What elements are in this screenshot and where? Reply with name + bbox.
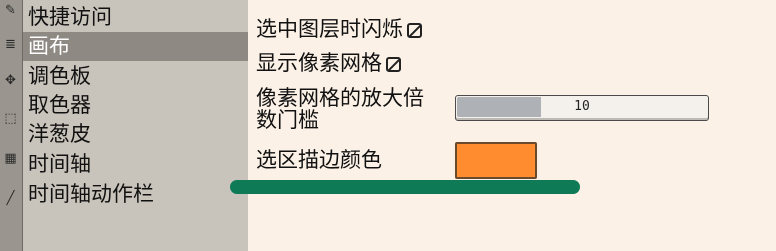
show-pixel-grid-checkbox[interactable] bbox=[386, 57, 401, 72]
pixel-grid-threshold-label-line2: 数门槛 bbox=[256, 108, 319, 132]
fill-icon[interactable]: ▦ bbox=[2, 150, 19, 167]
select-icon[interactable]: ⬚ bbox=[2, 110, 19, 127]
move-icon[interactable]: ✥ bbox=[2, 72, 19, 89]
tool-icon-strip: ✎ ≣ ✥ ⬚ ▦ ╱ bbox=[0, 0, 23, 251]
sidebar-item-quick-access[interactable]: 快捷访问 bbox=[23, 3, 248, 32]
line-icon[interactable]: ╱ bbox=[2, 190, 19, 207]
slider-value: 10 bbox=[574, 99, 590, 114]
sidebar-item-canvas[interactable]: 画布 bbox=[23, 32, 248, 61]
show-pixel-grid-setting[interactable]: 显示像素网格 bbox=[256, 50, 401, 76]
flash-selected-layer-setting[interactable]: 选中图层时闪烁 bbox=[256, 16, 422, 42]
sidebar-item-timeline[interactable]: 时间轴 bbox=[23, 150, 248, 179]
flash-selected-layer-label: 选中图层时闪烁 bbox=[256, 17, 403, 41]
pixel-grid-threshold-slider[interactable]: 10 bbox=[455, 95, 709, 121]
show-pixel-grid-label: 显示像素网格 bbox=[256, 51, 382, 75]
settings-category-sidebar: 快捷访问 画布 调色板 取色器 洋葱皮 时间轴 时间轴动作栏 bbox=[23, 0, 248, 251]
flash-selected-layer-checkbox[interactable] bbox=[407, 23, 422, 38]
layers-icon[interactable]: ≣ bbox=[2, 36, 19, 53]
sidebar-item-onion-skin[interactable]: 洋葱皮 bbox=[23, 120, 248, 149]
selection-border-color-label: 选区描边颜色 bbox=[256, 148, 382, 172]
sidebar-item-palette[interactable]: 调色板 bbox=[23, 62, 248, 91]
annotation-underline bbox=[230, 180, 580, 194]
selection-border-color-swatch[interactable] bbox=[455, 142, 537, 179]
sidebar-item-timeline-action-bar[interactable]: 时间轴动作栏 bbox=[23, 180, 248, 209]
sidebar-item-color-picker[interactable]: 取色器 bbox=[23, 91, 248, 120]
brush-icon[interactable]: ✎ bbox=[2, 2, 19, 19]
settings-panel: 选中图层时闪烁 显示像素网格 像素网格的放大倍 数门槛 10 选区描边颜色 bbox=[248, 0, 776, 251]
